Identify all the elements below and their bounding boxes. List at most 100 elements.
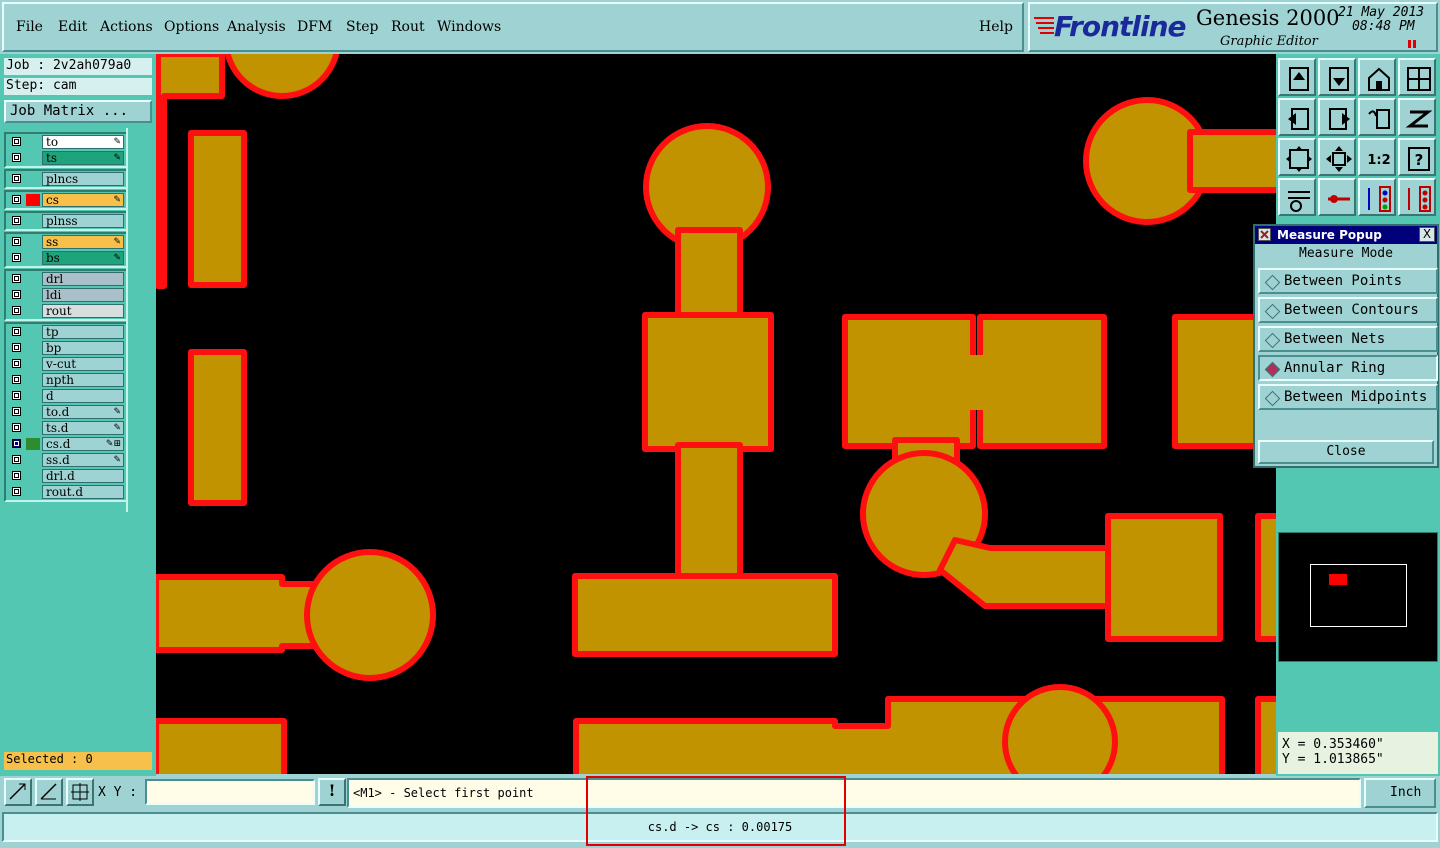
- layer-name[interactable]: bp: [42, 341, 124, 355]
- layer-name[interactable]: ss.d ✎: [42, 453, 124, 467]
- menu-help[interactable]: Help: [979, 19, 1013, 35]
- layer-checkbox[interactable]: [12, 216, 21, 225]
- layer-name[interactable]: tp: [42, 325, 124, 339]
- overview-map[interactable]: [1278, 532, 1438, 662]
- layer-row-bs[interactable]: bs ✎: [6, 250, 126, 266]
- layer-row-bp[interactable]: bp: [6, 340, 126, 356]
- layer-name[interactable]: ts ✎: [42, 151, 124, 165]
- layer-row-ldi[interactable]: ldi: [6, 287, 126, 303]
- zoom-center-icon[interactable]: [1318, 138, 1356, 176]
- layer-row-plnss[interactable]: plnss: [6, 213, 126, 229]
- menu-windows[interactable]: Windows: [437, 19, 501, 35]
- layer-checkbox[interactable]: [12, 237, 21, 246]
- layer-checkbox[interactable]: [12, 359, 21, 368]
- menu-analysis[interactable]: Analysis: [227, 19, 286, 35]
- layer-scrollbar[interactable]: [126, 128, 154, 512]
- measure-option-annular-ring[interactable]: Annular Ring: [1258, 355, 1438, 381]
- layer-row-drl.d[interactable]: drl.d: [6, 468, 126, 484]
- layer-checkbox[interactable]: [12, 274, 21, 283]
- units-dropdown[interactable]: Inch: [1364, 778, 1436, 808]
- layer-name[interactable]: to ✎: [42, 135, 124, 149]
- measure-option-between-points[interactable]: Between Points: [1258, 268, 1438, 294]
- layer-checkbox[interactable]: [12, 423, 21, 432]
- layer-checkbox[interactable]: [12, 343, 21, 352]
- layer-bottom-icon[interactable]: [1398, 178, 1436, 216]
- layer-checkbox[interactable]: [12, 471, 21, 480]
- select-mode-icon[interactable]: [4, 778, 32, 806]
- layer-checkbox[interactable]: [12, 137, 21, 146]
- job-matrix-button[interactable]: Job Matrix ...: [4, 100, 152, 123]
- home-view-icon[interactable]: [1358, 58, 1396, 96]
- pan-right-icon[interactable]: [1318, 98, 1356, 136]
- snap-angle-icon[interactable]: [35, 778, 63, 806]
- layer-checkbox[interactable]: [12, 327, 21, 336]
- layer-checkbox[interactable]: [12, 153, 21, 162]
- menu-options[interactable]: Options: [164, 19, 219, 35]
- layer-checkbox[interactable]: [12, 375, 21, 384]
- close-button[interactable]: Close: [1258, 440, 1434, 464]
- layer-name[interactable]: drl: [42, 272, 124, 286]
- window-menu-icon[interactable]: [1258, 228, 1271, 241]
- xy-input[interactable]: [145, 779, 315, 805]
- redraw-icon[interactable]: [1398, 98, 1436, 136]
- pan-left-icon[interactable]: [1278, 98, 1316, 136]
- zoom-1to2-icon[interactable]: 1:2: [1358, 138, 1396, 176]
- layer-checkbox[interactable]: [12, 391, 21, 400]
- layer-name[interactable]: plncs: [42, 172, 124, 186]
- layer-top-icon[interactable]: [1358, 178, 1396, 216]
- layer-checkbox[interactable]: [12, 174, 21, 183]
- layer-row-cs.d[interactable]: cs.d ✎⊞: [6, 436, 126, 452]
- layer-checkbox[interactable]: [12, 455, 21, 464]
- layer-name[interactable]: plnss: [42, 214, 124, 228]
- layer-row-cs[interactable]: cs ✎: [6, 192, 126, 208]
- menu-rout[interactable]: Rout: [391, 19, 425, 35]
- layer-row-to[interactable]: to ✎: [6, 134, 126, 150]
- layer-row-to.d[interactable]: to.d ✎: [6, 404, 126, 420]
- layer-name[interactable]: ldi: [42, 288, 124, 302]
- layer-checkbox[interactable]: [12, 290, 21, 299]
- measure-icon[interactable]: [1318, 178, 1356, 216]
- measure-option-between-nets[interactable]: Between Nets: [1258, 326, 1438, 352]
- layer-name[interactable]: d: [42, 389, 124, 403]
- layer-checkbox[interactable]: [12, 487, 21, 496]
- layer-checkbox[interactable]: [12, 253, 21, 262]
- layer-row-v-cut[interactable]: v-cut: [6, 356, 126, 372]
- popup-close-icon[interactable]: X: [1419, 227, 1435, 242]
- layer-checkbox[interactable]: [12, 306, 21, 315]
- layer-name[interactable]: ss ✎: [42, 235, 124, 249]
- window-icon[interactable]: [1398, 58, 1436, 96]
- layer-row-ss[interactable]: ss ✎: [6, 234, 126, 250]
- undo-view-icon[interactable]: [1358, 98, 1396, 136]
- layer-row-drl[interactable]: drl: [6, 271, 126, 287]
- menu-step[interactable]: Step: [346, 19, 378, 35]
- graphic-canvas[interactable]: [156, 54, 1276, 774]
- layer-checkbox[interactable]: [12, 195, 21, 204]
- layer-row-ss.d[interactable]: ss.d ✎: [6, 452, 126, 468]
- layer-row-rout[interactable]: rout: [6, 303, 126, 319]
- measure-option-between-midpoints[interactable]: Between Midpoints: [1258, 384, 1438, 410]
- layer-row-tp[interactable]: tp: [6, 324, 126, 340]
- layer-row-plncs[interactable]: plncs: [6, 171, 126, 187]
- layer-row-npth[interactable]: npth: [6, 372, 126, 388]
- layer-row-ts[interactable]: ts ✎: [6, 150, 126, 166]
- layer-name[interactable]: cs.d ✎⊞: [42, 437, 124, 451]
- fit-screen-icon[interactable]: [1278, 138, 1316, 176]
- zoom-top-icon[interactable]: [1278, 58, 1316, 96]
- layer-checkbox[interactable]: [12, 407, 21, 416]
- layer-row-rout.d[interactable]: rout.d: [6, 484, 126, 500]
- layer-name[interactable]: to.d ✎: [42, 405, 124, 419]
- grid-snap-icon[interactable]: [66, 778, 94, 806]
- zoom-bottom-icon[interactable]: [1318, 58, 1356, 96]
- settings-icon[interactable]: [1278, 178, 1316, 216]
- menu-actions[interactable]: Actions: [100, 19, 153, 35]
- layer-name[interactable]: bs ✎: [42, 251, 124, 265]
- layer-name[interactable]: cs ✎: [42, 193, 124, 207]
- measure-option-between-contours[interactable]: Between Contours: [1258, 297, 1438, 323]
- layer-checkbox[interactable]: [12, 439, 21, 448]
- execute-button[interactable]: !: [318, 778, 346, 806]
- layer-row-d[interactable]: d: [6, 388, 126, 404]
- menu-file[interactable]: File: [16, 19, 43, 35]
- menu-edit[interactable]: Edit: [58, 19, 87, 35]
- help-icon[interactable]: ?: [1398, 138, 1436, 176]
- layer-name[interactable]: rout.d: [42, 485, 124, 499]
